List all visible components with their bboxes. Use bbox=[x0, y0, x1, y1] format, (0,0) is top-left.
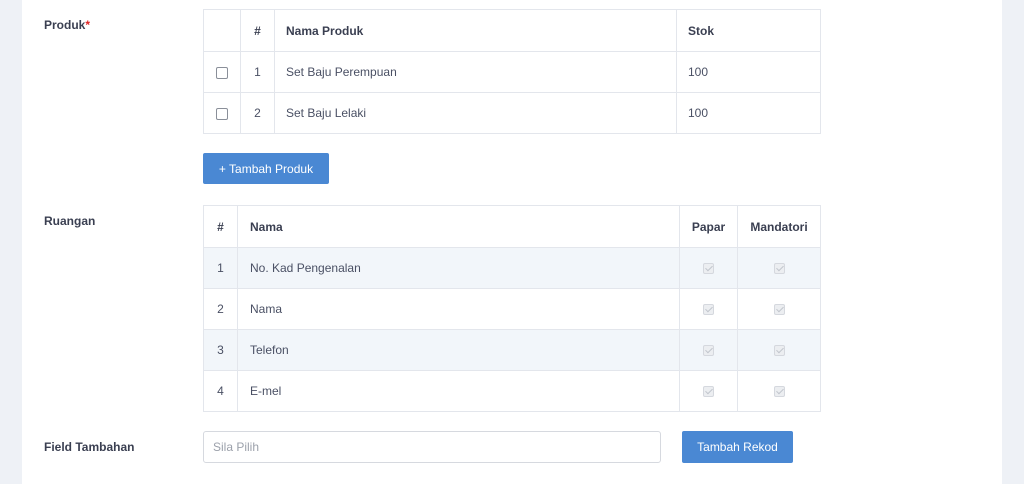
row-num: 4 bbox=[203, 370, 238, 412]
show-cell bbox=[679, 288, 738, 330]
show-checkbox bbox=[703, 345, 714, 357]
field-select-input[interactable]: Sila Pilih bbox=[203, 431, 661, 463]
row-select-cell bbox=[203, 92, 241, 134]
table-row: 1 No. Kad Pengenalan bbox=[203, 247, 821, 289]
stock-column-header: Stok bbox=[676, 9, 821, 52]
row-num: 2 bbox=[203, 288, 238, 330]
row-name: Set Baju Lelaki bbox=[274, 92, 677, 134]
table-row: 2 Set Baju Lelaki 100 bbox=[203, 92, 821, 134]
add-record-button[interactable]: Tambah Rekod bbox=[682, 431, 793, 463]
num-column-header: # bbox=[203, 205, 238, 248]
show-checkbox bbox=[703, 304, 714, 316]
produk-label-text: Produk bbox=[44, 18, 86, 32]
num-column-header: # bbox=[240, 9, 275, 52]
mandatory-checkbox bbox=[773, 304, 785, 316]
name-column-header: Nama bbox=[237, 205, 680, 248]
table-row: 2 Nama bbox=[203, 288, 821, 330]
mandatory-checkbox bbox=[773, 386, 785, 398]
row-name: No. Kad Pengenalan bbox=[237, 247, 680, 289]
table-row: 4 E-mel bbox=[203, 370, 821, 412]
produk-table-header: # Nama Produk Stok bbox=[203, 9, 821, 52]
row-name: Nama bbox=[237, 288, 680, 330]
mandatory-checkbox bbox=[773, 263, 785, 275]
mandatory-cell bbox=[737, 247, 821, 289]
row-stock: 100 bbox=[676, 92, 821, 134]
mandatory-cell bbox=[737, 329, 821, 371]
ruangan-label: Ruangan bbox=[44, 214, 96, 228]
field-tambahan-label: Field Tambahan bbox=[44, 440, 135, 454]
row-checkbox[interactable] bbox=[216, 107, 228, 120]
show-checkbox bbox=[703, 386, 714, 398]
row-select-cell bbox=[203, 51, 241, 93]
row-checkbox[interactable] bbox=[216, 66, 228, 79]
mandatory-cell bbox=[737, 370, 821, 412]
required-mark: * bbox=[85, 18, 91, 32]
row-name: Telefon bbox=[237, 329, 680, 371]
row-name: E-mel bbox=[237, 370, 680, 412]
show-checkbox bbox=[703, 263, 714, 275]
row-num: 1 bbox=[203, 247, 238, 289]
mandatory-cell bbox=[737, 288, 821, 330]
mandatory-column-header: Mandatori bbox=[737, 205, 821, 248]
ruangan-table: # Nama Papar Mandatori 1 No. Kad Pengena… bbox=[203, 205, 821, 412]
row-num: 1 bbox=[240, 51, 275, 93]
show-cell bbox=[679, 370, 738, 412]
show-column-header: Papar bbox=[679, 205, 738, 248]
table-row: 3 Telefon bbox=[203, 329, 821, 371]
row-stock: 100 bbox=[676, 51, 821, 93]
table-row: 1 Set Baju Perempuan 100 bbox=[203, 51, 821, 93]
row-name: Set Baju Perempuan bbox=[274, 51, 677, 93]
produk-label: Produk* bbox=[44, 18, 90, 32]
row-num: 2 bbox=[240, 92, 275, 134]
name-column-header: Nama Produk bbox=[274, 9, 677, 52]
produk-table: # Nama Produk Stok 1 Set Baju Perempuan … bbox=[203, 9, 821, 134]
ruangan-table-header: # Nama Papar Mandatori bbox=[203, 205, 821, 248]
select-column-header bbox=[203, 9, 241, 52]
mandatory-checkbox bbox=[773, 345, 785, 357]
show-cell bbox=[679, 247, 738, 289]
row-num: 3 bbox=[203, 329, 238, 371]
show-cell bbox=[679, 329, 738, 371]
add-product-button[interactable]: + Tambah Produk bbox=[203, 153, 329, 184]
